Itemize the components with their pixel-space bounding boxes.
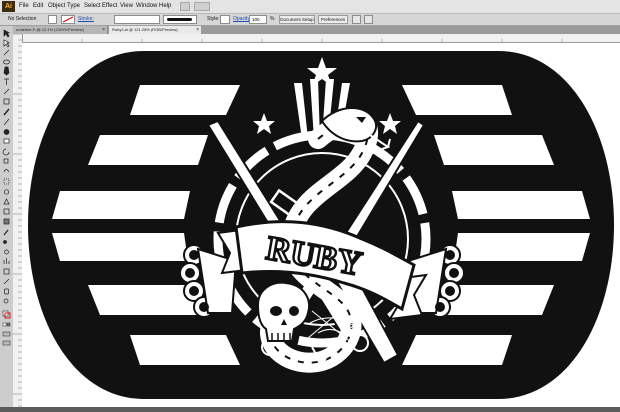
stroke-label[interactable]: Stroke:	[78, 15, 94, 24]
artboard-tool-icon	[3, 268, 10, 275]
arrange-documents-icon[interactable]	[194, 2, 210, 11]
document-tab[interactable]: undefine-F-@-12.1% (CMYK/Preview) ×	[13, 26, 108, 34]
menu-edit[interactable]: Edit	[33, 0, 43, 13]
stroke-none-icon	[62, 16, 74, 23]
menu-help[interactable]: Help	[159, 0, 171, 13]
document-tab[interactable]: Ruby2.ai @ 121.28% (RGB/Preview) ×	[109, 26, 201, 34]
control-bar: No Selection Stroke: Style: Opacity: 100…	[0, 14, 620, 26]
direct-selection-tool-icon	[3, 39, 10, 48]
menu-window[interactable]: Window	[136, 0, 157, 13]
brush-stroke-preview	[167, 18, 192, 21]
bridge-icon[interactable]	[180, 2, 190, 11]
menu-type[interactable]: Type	[67, 0, 80, 13]
preferences-button[interactable]: Preferences	[318, 15, 348, 24]
document-setup-button[interactable]: Document Setup	[279, 15, 315, 24]
drawing-mode-icon	[2, 331, 11, 337]
vertical-ruler-ticks	[13, 33, 22, 407]
ruby-badge-artwork: RUBY	[28, 51, 614, 399]
blob-brush-tool-icon	[3, 129, 10, 135]
brush-definition-dropdown[interactable]	[163, 15, 197, 24]
magic-wand-tool-icon	[3, 49, 10, 56]
opacity-field[interactable]: 100	[249, 15, 267, 24]
lasso-tool-icon	[3, 59, 10, 65]
menu-view[interactable]: View	[120, 0, 133, 13]
column-graph-tool-icon	[3, 258, 10, 264]
pencil-tool-icon	[3, 118, 10, 126]
rotate-tool-icon	[2, 148, 10, 156]
menu-select[interactable]: Select	[84, 0, 101, 13]
blend-tool-icon	[3, 240, 7, 244]
rectangle-tool-icon	[3, 98, 10, 105]
menu-effect[interactable]: Effect	[102, 0, 117, 13]
document-tab-bar: undefine-F-@-12.1% (CMYK/Preview) × Ruby…	[13, 26, 620, 34]
fill-swatch[interactable]	[48, 15, 57, 24]
gradient-mode-icon	[6, 322, 11, 327]
stroke-weight-field[interactable]	[114, 15, 160, 24]
illustrator-logo: Ai	[2, 1, 15, 12]
close-tab-icon[interactable]: ×	[102, 26, 105, 34]
warp-tool-icon	[3, 169, 10, 173]
arrange-icon[interactable]	[352, 15, 361, 24]
tools-panel	[0, 26, 14, 407]
close-tab-icon[interactable]: ×	[196, 26, 199, 34]
hand-tool-icon	[4, 288, 9, 295]
menu-file[interactable]: File	[19, 0, 29, 13]
tab-label: undefine-F-@-12.1% (CMYK/Preview)	[16, 27, 84, 32]
artboard-canvas[interactable]: RUBY	[22, 43, 620, 407]
zoom-tool-icon	[3, 298, 9, 304]
pen-tool-icon	[3, 66, 10, 76]
color-mode-icon	[2, 322, 7, 327]
style-label: Style:	[207, 16, 220, 22]
type-tool-icon	[4, 78, 9, 85]
free-transform-tool-icon	[3, 178, 10, 185]
eyedropper-tool-icon	[3, 229, 9, 236]
panel-menu-icon[interactable]	[364, 15, 373, 24]
menu-bar: Ai File Edit Object Type Select Effect V…	[0, 0, 620, 14]
opacity-unit: %	[270, 16, 275, 22]
gradient-tool-icon	[3, 218, 10, 225]
selection-status: No Selection	[8, 16, 37, 22]
screen-mode-icon	[2, 340, 11, 346]
slice-tool-icon	[3, 278, 10, 285]
symbol-sprayer-tool-icon	[4, 249, 9, 255]
paintbrush-tool-icon	[3, 108, 10, 116]
menu-object[interactable]: Object	[48, 0, 65, 13]
tool-icons	[2, 29, 11, 346]
graphic-style-swatch[interactable]	[220, 15, 230, 24]
shape-builder-tool-icon	[3, 189, 10, 195]
selection-tool-icon	[3, 29, 10, 38]
fill-color-icon	[2, 310, 9, 317]
line-tool-icon	[3, 88, 10, 95]
eraser-tool-icon	[3, 138, 10, 144]
horizontal-ruler[interactable]	[21, 34, 620, 47]
scale-tool-icon	[3, 158, 9, 164]
perspective-grid-tool-icon	[3, 198, 10, 205]
tab-label: Ruby2.ai @ 121.28% (RGB/Preview)	[112, 27, 178, 32]
stroke-swatch[interactable]	[61, 15, 75, 24]
mesh-tool-icon	[3, 208, 10, 215]
